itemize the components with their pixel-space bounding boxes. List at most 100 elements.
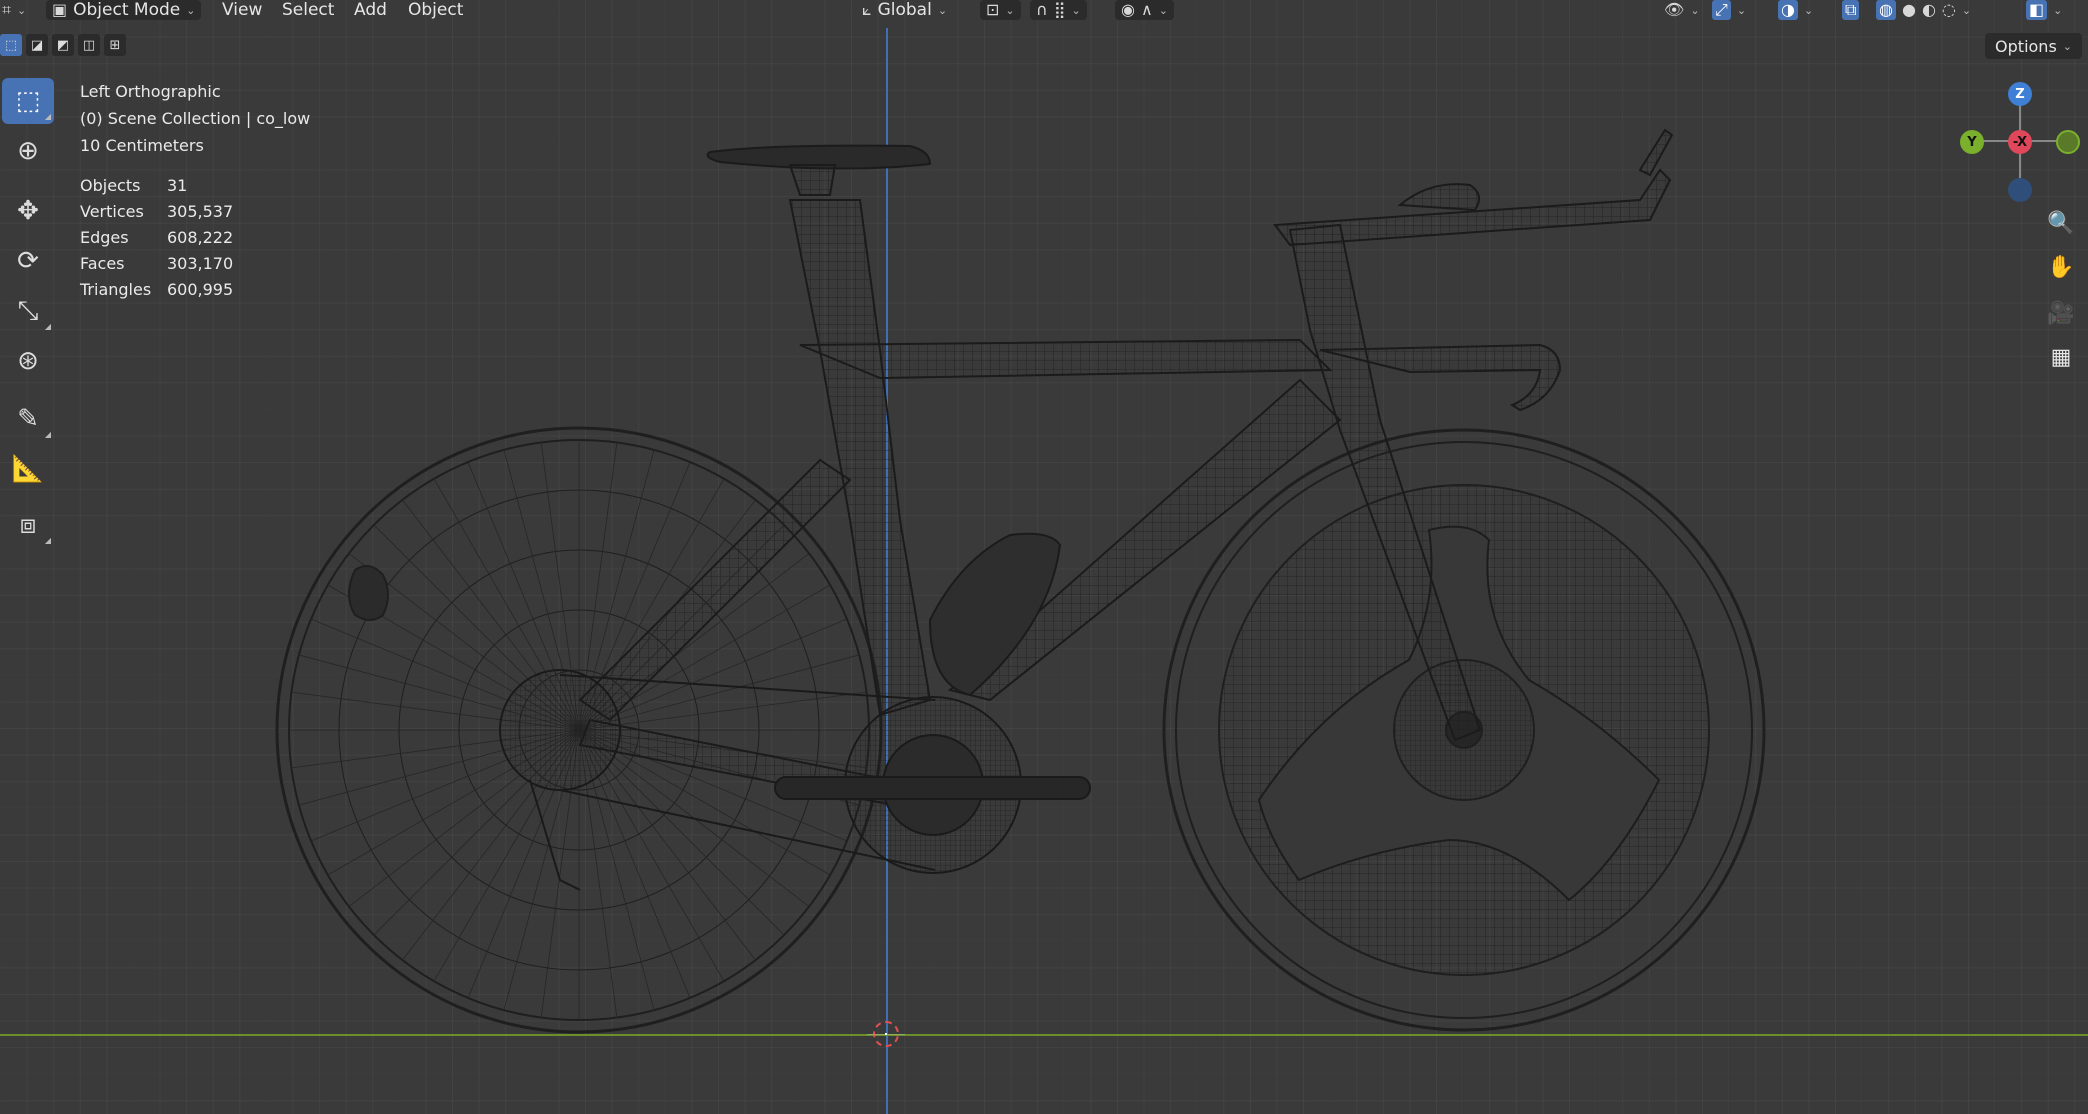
- gizmo-toggle-button[interactable]: ⤢ ⌄: [1712, 0, 1746, 20]
- view-name: Left Orthographic: [80, 82, 221, 101]
- gizmo-z-axis[interactable]: Z: [2008, 82, 2032, 106]
- pivot-point-button[interactable]: ⊡ ⌄: [980, 0, 1021, 20]
- chevron-down-icon: ⌄: [937, 3, 948, 17]
- stat-value: 600,995: [167, 280, 234, 299]
- editor-type-icon: ⌗: [2, 0, 12, 19]
- menu-add[interactable]: Add: [354, 0, 387, 20]
- select-new-icon[interactable]: ⬚: [0, 34, 22, 56]
- xray-icon: ⧉: [1842, 0, 1860, 20]
- select-subtract-icon[interactable]: ◩: [52, 34, 74, 56]
- selection-mode-bar: ⬚ ◪ ◩ ◫ ⊞: [0, 34, 126, 60]
- options-dropdown[interactable]: Options ⌄: [1985, 33, 2082, 59]
- snap-grid-icon: ⣿: [1053, 0, 1066, 19]
- orientation-label: Global: [877, 0, 932, 20]
- mode-label: Object Mode: [73, 0, 181, 20]
- options-label: Options: [1995, 36, 2057, 56]
- menu-add-label: Add: [354, 0, 387, 20]
- menu-object-label: Object: [408, 0, 464, 20]
- magnet-icon: ∩: [1036, 0, 1048, 19]
- select-extend-icon[interactable]: ◪: [26, 34, 48, 56]
- orientation-icon: ⟀: [862, 0, 872, 19]
- wireframe-shading-icon[interactable]: ◍: [1876, 0, 1896, 20]
- 3d-viewport[interactable]: [0, 0, 2088, 1114]
- visibility-button[interactable]: 👁 ⌄: [1664, 0, 1700, 20]
- chevron-down-icon: ⌄: [1158, 3, 1168, 17]
- scale-icon[interactable]: ⤡ ◢: [2, 288, 54, 334]
- gizmo-icon: ⤢: [1712, 0, 1731, 20]
- stat-value: 305,537: [167, 202, 234, 221]
- stat-row: Edges 608,222: [80, 225, 310, 251]
- shading-modes[interactable]: ◍ ● ◐ ◌ ⌄: [1876, 0, 1971, 20]
- stat-label: Vertices: [80, 202, 144, 221]
- stat-value: 608,222: [167, 228, 234, 247]
- annotate-icon[interactable]: ✎ ◢: [2, 396, 54, 442]
- select-intersect-icon[interactable]: ⊞: [104, 34, 126, 56]
- perspective-grid-icon[interactable]: ▦: [2044, 340, 2078, 374]
- select-box-icon[interactable]: ⬚ ◢: [2, 78, 54, 124]
- gizmo-neg-y-axis[interactable]: [2056, 130, 2080, 154]
- measure-icon[interactable]: 📐: [2, 446, 54, 492]
- sidebar-toggle-button[interactable]: ◧ ⌄: [2026, 0, 2062, 20]
- transform-orientation-selector[interactable]: ⟀ Global ⌄: [862, 0, 947, 20]
- pivot-icon: ⊡: [986, 0, 1000, 19]
- stat-row: Vertices 305,537: [80, 199, 310, 225]
- menu-select[interactable]: Select: [282, 0, 334, 20]
- material-shading-icon[interactable]: ◐: [1922, 0, 1936, 20]
- stat-label: Objects: [80, 176, 141, 195]
- viewport-header: ⌗ ⌄ ▣ Object Mode ⌄ View Select Add Objec…: [0, 0, 2088, 20]
- chevron-down-icon: ⌄: [1961, 3, 1972, 17]
- viewport-info-overlay: Left Orthographic (0) Scene Collection |…: [80, 78, 310, 303]
- stat-label: Faces: [80, 254, 125, 273]
- object-mode-icon: ▣: [52, 0, 68, 19]
- pan-hand-icon[interactable]: ✋: [2044, 250, 2078, 284]
- sidebar-icon: ◧: [2026, 0, 2048, 20]
- stat-row: Objects 31: [80, 173, 310, 199]
- cursor-icon[interactable]: ⊕: [2, 128, 54, 174]
- falloff-curve-icon: ∧: [1140, 0, 1153, 19]
- proportional-edit-icon: ◉: [1121, 0, 1135, 19]
- bike-wireframe[interactable]: [0, 0, 2088, 1114]
- collection-info: (0) Scene Collection | co_low: [80, 109, 311, 128]
- scene-statistics: Objects 31 Vertices 305,537 Edges 608,222 F…: [80, 173, 310, 303]
- solid-shading-icon[interactable]: ●: [1902, 0, 1916, 20]
- stat-row: Faces 303,170: [80, 251, 310, 277]
- navigation-gizmo[interactable]: Z Y -X: [1952, 74, 2080, 204]
- chevron-down-icon: ⌄: [2062, 39, 2072, 53]
- gizmo-y-axis[interactable]: Y: [1960, 130, 1984, 154]
- stat-value: 31: [167, 176, 188, 195]
- eye-icon: 👁: [1664, 0, 1685, 19]
- proportional-edit-button[interactable]: ◉ ∧ ⌄: [1115, 0, 1174, 20]
- camera-icon[interactable]: 🎥: [2044, 296, 2078, 330]
- chevron-down-icon: ⌄: [1690, 3, 1700, 17]
- drivetrain: [499, 669, 1091, 891]
- chevron-down-icon: ⌄: [1071, 3, 1081, 17]
- chevron-down-icon: ⌄: [1005, 3, 1015, 17]
- snap-button[interactable]: ∩ ⣿ ⌄: [1030, 0, 1087, 20]
- move-icon[interactable]: ✥: [2, 188, 54, 234]
- stat-label: Triangles: [80, 280, 152, 299]
- grid-scale: 10 Centimeters: [80, 136, 204, 155]
- chevron-down-icon: ⌄: [2053, 3, 2063, 17]
- overlays-toggle-button[interactable]: ◑ ⌄: [1778, 0, 1813, 20]
- rendered-shading-icon[interactable]: ◌: [1942, 0, 1956, 20]
- select-invert-icon[interactable]: ◫: [78, 34, 100, 56]
- menu-view[interactable]: View: [222, 0, 262, 20]
- transform-icon[interactable]: ⊛: [2, 338, 54, 384]
- editor-type-button[interactable]: ⌗ ⌄: [2, 0, 26, 20]
- add-cube-icon[interactable]: ⧈ ◢: [2, 502, 54, 548]
- xray-toggle-button[interactable]: ⧉: [1842, 0, 1860, 20]
- menu-object[interactable]: Object: [408, 0, 463, 20]
- mode-selector[interactable]: ▣ Object Mode ⌄: [46, 0, 202, 20]
- overlays-icon: ◑: [1778, 0, 1798, 20]
- stat-value: 303,170: [167, 254, 234, 273]
- gizmo-neg-x-axis[interactable]: -X: [2008, 130, 2032, 154]
- gizmo-neg-z-axis[interactable]: [2008, 178, 2032, 202]
- rotate-icon[interactable]: ⟳: [2, 238, 54, 284]
- zoom-icon[interactable]: 🔍: [2044, 206, 2078, 240]
- chevron-down-icon: ⌄: [186, 3, 196, 17]
- stat-label: Edges: [80, 228, 129, 247]
- menu-select-label: Select: [282, 0, 335, 20]
- chevron-down-icon: ⌄: [1803, 3, 1814, 17]
- 3d-cursor[interactable]: [867, 1021, 905, 1047]
- menu-view-label: View: [222, 0, 263, 20]
